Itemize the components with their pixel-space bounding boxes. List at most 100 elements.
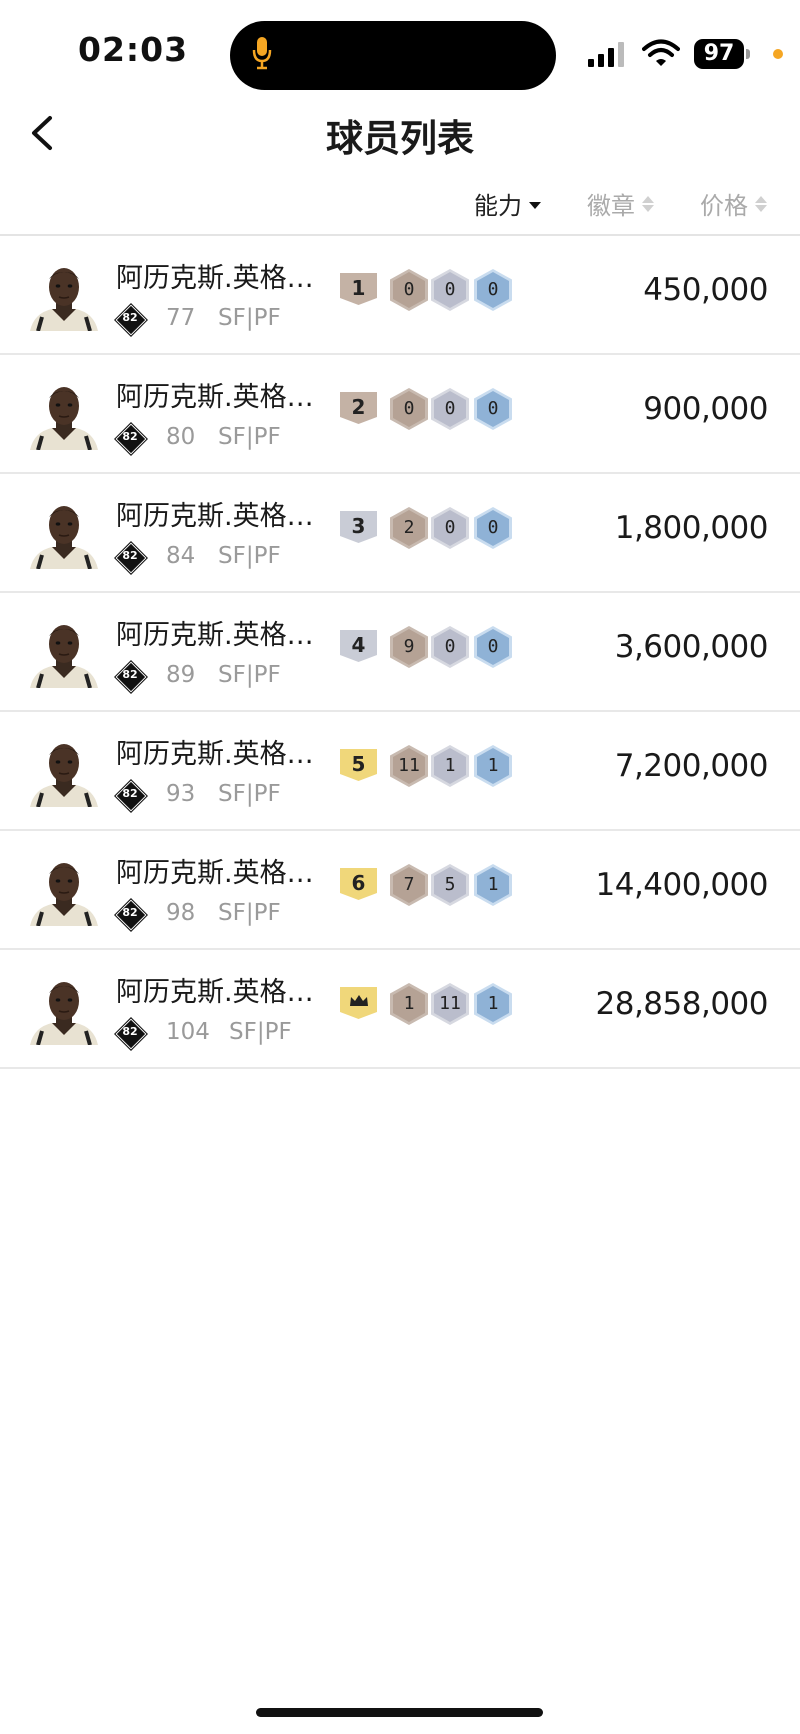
level-number: 5 — [351, 752, 366, 776]
player-rating: 104 — [166, 1019, 210, 1045]
microphone-icon — [252, 37, 272, 70]
player-row[interactable]: 阿历克斯.英格… 82 89 SF|PF 4 9 0 0 3,600,000 — [0, 593, 800, 712]
level-badge: 1 — [340, 273, 377, 305]
gold-badge-count: 0 — [474, 269, 512, 311]
player-avatar — [28, 501, 100, 570]
sort-price-label: 价格 — [700, 192, 748, 220]
bronze-badge-count: 7 — [390, 864, 428, 906]
sort-arrows-icon — [754, 194, 768, 214]
bronze-badge-value: 0 — [403, 279, 415, 300]
bronze-badge-value: 0 — [403, 398, 415, 419]
sort-ability-label: 能力 — [474, 192, 522, 220]
gold-badge-value: 0 — [487, 517, 499, 538]
player-position: SF|PF — [229, 1019, 292, 1045]
sort-by-price[interactable]: 价格 — [700, 186, 768, 221]
player-rating: 80 — [166, 424, 196, 450]
player-row[interactable]: 阿历克斯.英格… 82 93 SF|PF 5 11 1 1 7,200,000 — [0, 712, 800, 831]
dynamic-island — [230, 21, 556, 90]
signal-icon — [588, 42, 624, 67]
player-name: 阿历克斯.英格… — [116, 858, 314, 889]
player-price: 1,800,000 — [614, 510, 769, 546]
player-rating: 84 — [166, 543, 196, 569]
bronze-badge-value: 1 — [403, 993, 415, 1014]
gold-badge-count: 0 — [474, 626, 512, 668]
overall-badge-value: 82 — [122, 311, 138, 324]
silver-badge-count: 0 — [431, 388, 469, 430]
player-avatar — [28, 382, 100, 451]
player-avatar — [28, 263, 100, 332]
overall-badge-icon: 82 — [114, 898, 148, 932]
level-number: 2 — [351, 395, 366, 419]
player-rating: 77 — [166, 305, 196, 331]
overall-badge-value: 82 — [122, 906, 138, 919]
player-position: SF|PF — [218, 543, 281, 569]
player-name: 阿历克斯.英格… — [116, 382, 314, 413]
player-avatar — [28, 620, 100, 689]
silver-badge-value: 11 — [439, 993, 461, 1014]
bronze-badge-count: 0 — [390, 269, 428, 311]
gold-badge-value: 0 — [487, 398, 499, 419]
overall-badge-icon: 82 — [114, 422, 148, 456]
nav-header: 球员列表 — [0, 100, 800, 168]
player-name: 阿历克斯.英格… — [116, 501, 314, 532]
overall-badge-icon: 82 — [114, 303, 148, 337]
player-position: SF|PF — [218, 781, 281, 807]
player-position: SF|PF — [218, 424, 281, 450]
overall-badge-value: 82 — [122, 1025, 138, 1038]
gold-badge-value: 0 — [487, 279, 499, 300]
privacy-indicator-dot — [773, 49, 783, 59]
silver-badge-count: 0 — [431, 507, 469, 549]
silver-badge-value: 5 — [444, 874, 456, 895]
silver-badge-count: 0 — [431, 269, 469, 311]
player-rating: 98 — [166, 900, 196, 926]
player-row[interactable]: 阿历克斯.英格… 82 104 SF|PF 1 11 1 28,858,000 — [0, 950, 800, 1069]
player-position: SF|PF — [218, 305, 281, 331]
bronze-badge-count: 2 — [390, 507, 428, 549]
player-row[interactable]: 阿历克斯.英格… 82 84 SF|PF 3 2 0 0 1,800,000 — [0, 474, 800, 593]
level-badge: 3 — [340, 511, 377, 543]
status-time: 02:03 — [78, 30, 189, 69]
player-name: 阿历克斯.英格… — [116, 977, 314, 1008]
player-avatar — [28, 858, 100, 927]
player-name: 阿历克斯.英格… — [116, 620, 314, 651]
gold-badge-count: 1 — [474, 864, 512, 906]
sort-by-badge[interactable]: 徽章 — [587, 186, 655, 221]
sort-by-ability[interactable]: 能力 — [474, 186, 542, 221]
home-indicator — [256, 1708, 543, 1717]
sort-bar: 能力 徽章 价格 — [0, 178, 800, 236]
player-price: 3,600,000 — [614, 629, 769, 665]
silver-badge-count: 11 — [431, 983, 469, 1025]
wifi-icon — [642, 39, 680, 66]
player-name: 阿历克斯.英格… — [116, 263, 314, 294]
level-number: 4 — [351, 633, 366, 657]
bronze-badge-count: 0 — [390, 388, 428, 430]
player-price: 900,000 — [643, 391, 768, 427]
player-row[interactable]: 阿历克斯.英格… 82 98 SF|PF 6 7 5 1 14,400,000 — [0, 831, 800, 950]
status-bar: 02:03 97 — [0, 0, 800, 100]
level-badge: 2 — [340, 392, 377, 424]
bronze-badge-value: 2 — [403, 517, 415, 538]
silver-badge-value: 0 — [444, 517, 456, 538]
player-row[interactable]: 阿历克斯.英格… 82 80 SF|PF 2 0 0 0 900,000 — [0, 355, 800, 474]
silver-badge-count: 0 — [431, 626, 469, 668]
silver-badge-value: 0 — [444, 398, 456, 419]
level-badge: 6 — [340, 868, 377, 900]
overall-badge-value: 82 — [122, 787, 138, 800]
gold-badge-value: 1 — [487, 993, 499, 1014]
player-position: SF|PF — [218, 662, 281, 688]
bronze-badge-count: 11 — [390, 745, 428, 787]
player-row[interactable]: 阿历克斯.英格… 82 77 SF|PF 1 0 0 0 450,000 — [0, 236, 800, 355]
player-price: 450,000 — [643, 272, 768, 308]
level-badge: 5 — [340, 749, 377, 781]
gold-badge-value: 1 — [487, 874, 499, 895]
player-avatar — [28, 739, 100, 808]
gold-badge-count: 0 — [474, 388, 512, 430]
overall-badge-icon: 82 — [114, 779, 148, 813]
gold-badge-value: 1 — [487, 755, 499, 776]
gold-badge-count: 1 — [474, 983, 512, 1025]
player-position: SF|PF — [218, 900, 281, 926]
page-title: 球员列表 — [326, 117, 474, 160]
silver-badge-count: 5 — [431, 864, 469, 906]
player-price: 14,400,000 — [595, 867, 769, 903]
overall-badge-value: 82 — [122, 549, 138, 562]
